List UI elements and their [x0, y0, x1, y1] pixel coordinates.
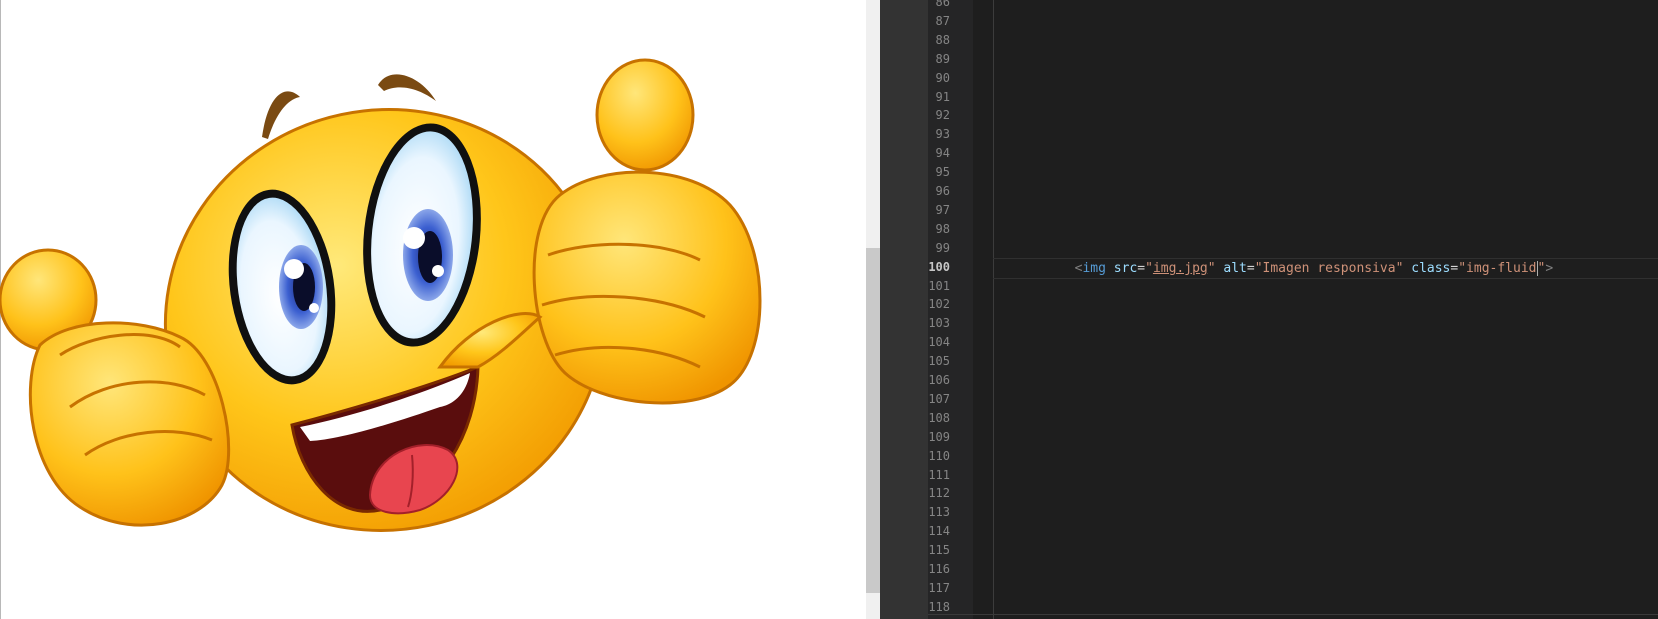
indent-guide	[993, 0, 994, 619]
line-number: 94	[935, 146, 950, 161]
browser-preview-pane	[0, 0, 866, 619]
line-number: 90	[935, 70, 950, 85]
line-number: 107	[928, 391, 950, 406]
line-number: 87	[935, 13, 950, 28]
line-number: 88	[935, 32, 950, 47]
line-number: 116	[928, 562, 950, 576]
line-number: 114	[928, 524, 950, 539]
quote: "	[1458, 261, 1467, 276]
quote: "	[1145, 261, 1153, 276]
quote: "	[1395, 261, 1404, 276]
line-number: 102	[928, 297, 950, 312]
line-number: 91	[935, 89, 950, 104]
code-area[interactable]: <img src="img.jpg" alt="Imagen responsiv…	[993, 0, 1658, 619]
line-number: 117	[928, 580, 950, 595]
line-number: 104	[928, 335, 950, 350]
preview-scrollbar-thumb[interactable]	[866, 248, 880, 593]
src-attribute: src	[1113, 261, 1138, 276]
line-number: 96	[935, 184, 950, 198]
quote: "	[1207, 261, 1216, 276]
line-number: 105	[928, 354, 950, 369]
line-number: 115	[928, 543, 950, 558]
line-number: 92	[935, 108, 950, 123]
class-value: img-fluid	[1466, 261, 1537, 276]
line-number: 111	[928, 467, 950, 482]
line-number: 97	[935, 202, 950, 217]
equals-sign: =	[1137, 261, 1146, 276]
line-number: 100	[928, 259, 950, 274]
src-value[interactable]: img.jpg	[1153, 261, 1208, 276]
alt-attribute: alt	[1223, 261, 1247, 276]
line-number: 86	[935, 0, 950, 9]
line-number: 109	[928, 429, 950, 444]
tag-name: img	[1082, 261, 1106, 276]
code-editor: 86 87 88 89 90 91 92 93 94 95 96 97 98 99 100 101 102 103…	[880, 0, 1658, 619]
line-number: 93	[935, 127, 950, 142]
line-number: 101	[928, 278, 950, 293]
preview-scrollbar[interactable]	[866, 0, 880, 619]
class-attribute: class	[1411, 261, 1451, 276]
line-number: 103	[928, 316, 950, 331]
editor-bottom-divider	[928, 614, 1658, 615]
quote: "	[1254, 261, 1263, 276]
code-line-100[interactable]: <img src="img.jpg" alt="Imagen responsiv…	[1059, 259, 1553, 278]
line-number: 106	[928, 373, 950, 387]
line-number: 113	[928, 505, 950, 520]
line-number: 98	[935, 221, 950, 236]
line-number: 99	[935, 240, 950, 255]
alt-value: Imagen responsiva	[1262, 261, 1396, 276]
line-number: 89	[935, 51, 950, 66]
tag-close-bracket: >	[1545, 261, 1554, 276]
line-number: 95	[935, 165, 950, 180]
line-number: 108	[928, 410, 950, 425]
equals-sign: =	[1246, 261, 1255, 276]
line-number: 112	[928, 486, 950, 501]
thumbs-up-smiley-image	[0, 58, 762, 532]
line-number-gutter: 86 87 88 89 90 91 92 93 94 95 96 97 98 99 100 101 102 103…	[928, 0, 973, 619]
line-number: 110	[928, 448, 950, 463]
